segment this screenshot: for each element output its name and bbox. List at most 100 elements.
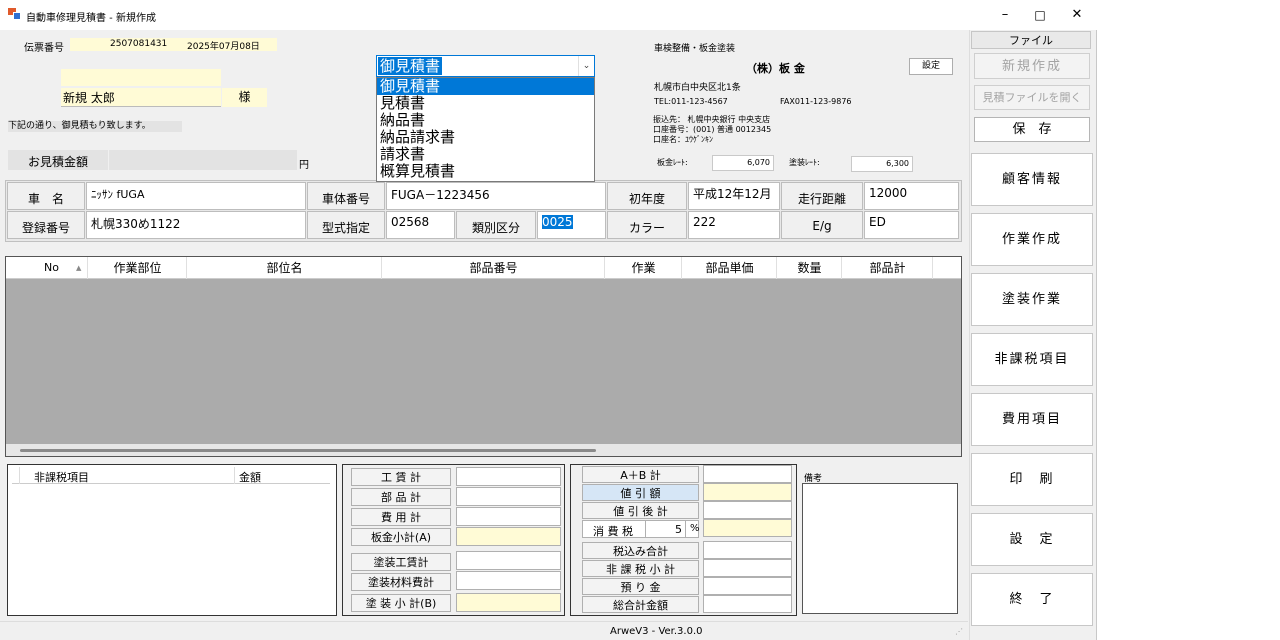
grand-total-label: 総合計金額 — [582, 596, 699, 613]
doc-type-option[interactable]: 概算見積書 — [377, 163, 594, 180]
bank-line1: 振込先： 札幌中央銀行 中央支店 — [653, 115, 771, 124]
expense-items-button[interactable]: 費用項目 — [971, 393, 1093, 446]
title-bar: 自動車修理見積書 - 新規作成 – □ ✕ — [0, 0, 1097, 30]
paint-material-label: 塗装材料費計 — [351, 573, 451, 591]
memo-field[interactable] — [802, 483, 958, 614]
scrollbar-thumb[interactable] — [20, 449, 596, 452]
grand-total-field — [703, 595, 792, 613]
doc-type-select[interactable]: 御見積書 ⌄ — [376, 55, 595, 77]
close-button[interactable]: ✕ — [1059, 0, 1095, 30]
maximize-button[interactable]: □ — [1022, 0, 1058, 30]
ab-total-label: A＋B 計 — [582, 466, 699, 483]
class-field[interactable]: 0025 — [537, 211, 606, 239]
first-year-field[interactable]: 平成12年12月 — [688, 182, 780, 210]
col-work-part[interactable]: 作業部位 — [89, 257, 187, 279]
car-name-label: 車 名 — [7, 182, 85, 210]
discount-field[interactable] — [703, 483, 792, 501]
version-text: ArweV3 - Ver.3.0.0 — [610, 626, 703, 637]
tax-rate[interactable]: 5 — [675, 523, 682, 536]
percent-label: % — [690, 523, 700, 534]
body-no-field[interactable]: FUGA－1223456 — [386, 182, 606, 210]
deposit-field — [703, 577, 792, 595]
paint-labor-label: 塗装工賃計 — [351, 553, 451, 571]
reg-no-label: 登録番号 — [7, 211, 85, 239]
doc-type-option[interactable]: 見積書 — [377, 95, 594, 112]
work-table[interactable]: No ▲ 作業部位 部位名 部品番号 作業 部品単価 数量 部品計 — [5, 256, 962, 457]
col-qty[interactable]: 数量 — [778, 257, 842, 279]
col-work[interactable]: 作業 — [606, 257, 682, 279]
company-address: 札幌市白中央区北1条 — [654, 83, 741, 93]
sheet-rate-field[interactable]: 6,070 — [712, 155, 774, 171]
exit-button[interactable]: 終 了 — [971, 573, 1093, 626]
with-tax-field — [703, 541, 792, 559]
paint-subtotal-field — [456, 593, 561, 612]
discount-label[interactable]: 値 引 額 — [582, 484, 699, 501]
doc-type-option[interactable]: 御見積書 — [377, 78, 594, 95]
customer-kana-field[interactable] — [61, 69, 221, 86]
color-field[interactable]: 222 — [688, 211, 780, 239]
estimate-amount-label: お見積金額 — [8, 150, 108, 170]
save-button[interactable]: 保 存 — [974, 117, 1090, 142]
minimize-button[interactable]: – — [987, 0, 1023, 30]
tax-free-header: 非課税項目 金額 — [12, 467, 330, 484]
horizontal-scrollbar[interactable] — [6, 444, 961, 456]
customer-info-button[interactable]: 顧客情報 — [971, 153, 1093, 206]
after-discount-label: 値 引 後 計 — [582, 502, 699, 519]
col-part-name[interactable]: 部位名 — [188, 257, 382, 279]
paint-work-button[interactable]: 塗装作業 — [971, 273, 1093, 326]
col-parts-total[interactable]: 部品計 — [843, 257, 933, 279]
sheet-subtotal-label: 板金小計(A) — [351, 528, 451, 546]
car-name-field[interactable]: ﾆｯｻﾝ fUGA — [86, 182, 306, 210]
app-icon — [8, 8, 21, 20]
tax-free-col-amount[interactable]: 金額 — [239, 469, 261, 485]
open-file-button[interactable]: 見積ファイルを開く — [974, 85, 1090, 110]
reg-no-field[interactable]: 札幌330め1122 — [86, 211, 306, 239]
tax-free-col-item[interactable]: 非課税項目 — [34, 469, 89, 485]
tax-free-items-button[interactable]: 非課税項目 — [971, 333, 1093, 386]
sort-up-icon: ▲ — [76, 264, 82, 272]
deposit-label: 預 り 金 — [582, 578, 699, 595]
create-work-button[interactable]: 作業作成 — [971, 213, 1093, 266]
company-tel: TEL:011-123-4567 — [654, 97, 728, 106]
paint-rate-field[interactable]: 6,300 — [851, 156, 913, 172]
eg-field[interactable]: ED — [864, 211, 959, 239]
tax-free-list[interactable]: 非課税項目 金額 — [7, 464, 337, 616]
col-unit-price[interactable]: 部品単価 — [683, 257, 777, 279]
labor-total-label: 工 賃 計 — [351, 468, 451, 486]
body-no-label: 車体番号 — [307, 182, 385, 210]
doc-type-option[interactable]: 請求書 — [377, 146, 594, 163]
print-button[interactable]: 印 刷 — [971, 453, 1093, 506]
col-no[interactable]: No ▲ — [33, 257, 88, 279]
nontax-subtotal-label: 非 課 税 小 計 — [582, 560, 699, 577]
paint-labor-field — [456, 551, 561, 570]
settings-button[interactable]: 設 定 — [971, 513, 1093, 566]
customer-name-field[interactable]: 新規 太郎 — [61, 88, 221, 107]
estimate-amount-field — [109, 150, 297, 170]
mileage-field[interactable]: 12000 — [864, 182, 959, 210]
with-tax-label: 税込み合計 — [582, 542, 699, 559]
parts-total-label: 部 品 計 — [351, 488, 451, 506]
mileage-label: 走行距離 — [781, 182, 863, 210]
yen-label: 円 — [299, 160, 309, 171]
doc-type-option[interactable]: 納品書 — [377, 112, 594, 129]
color-label: カラー — [607, 211, 687, 239]
resize-grip-icon[interactable]: ⋰ — [955, 627, 963, 636]
new-button[interactable]: 新規作成 — [974, 53, 1090, 79]
tax-field — [703, 519, 792, 537]
paint-rate-label: 塗装ﾚｰﾄ: — [789, 158, 820, 167]
honorific-label: 様 — [222, 88, 267, 107]
tax-label: 消 費 税 — [593, 525, 633, 538]
company-name: （株）板 金 — [746, 62, 805, 75]
doc-type-option[interactable]: 納品請求書 — [377, 129, 594, 146]
company-settings-button[interactable]: 設定 — [909, 58, 953, 75]
doc-type-selected: 御見積書 — [378, 57, 443, 75]
bank-line3: 口座名：ﾕｳｹﾞﾝｷﾝ — [653, 135, 713, 144]
col-part-number[interactable]: 部品番号 — [383, 257, 605, 279]
parts-total-field — [456, 487, 561, 506]
model-field[interactable]: 02568 — [386, 211, 455, 239]
window-title: 自動車修理見積書 - 新規作成 — [26, 13, 156, 24]
voucher-date: 2025年07月08日 — [187, 42, 260, 52]
chevron-down-icon[interactable]: ⌄ — [578, 56, 594, 76]
sheet-subtotal-field — [456, 527, 561, 546]
expense-total-label: 費 用 計 — [351, 508, 451, 526]
